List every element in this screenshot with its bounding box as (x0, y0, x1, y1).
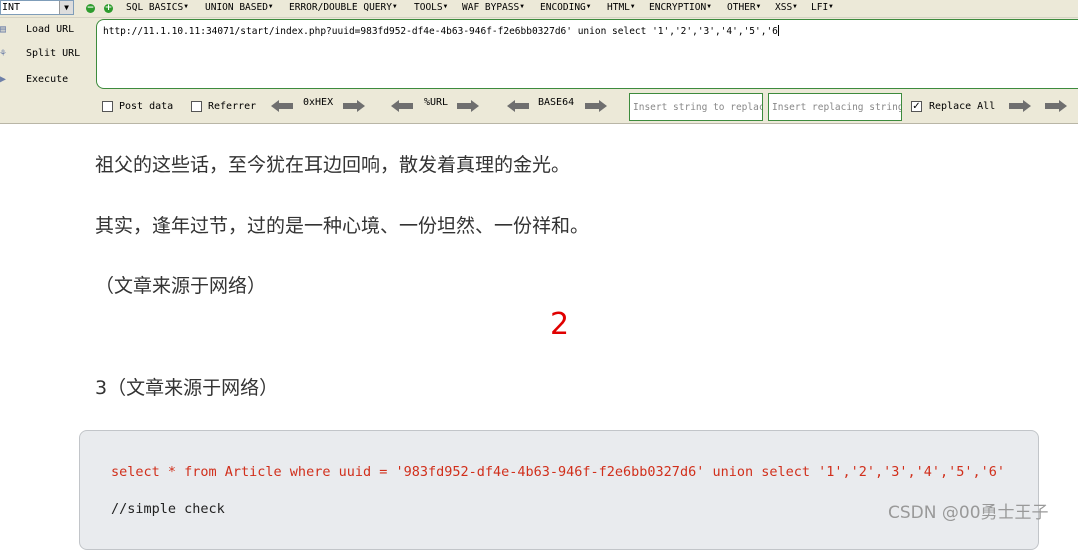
injected-paragraph: 3（文章来源于网络） (95, 377, 279, 399)
menu-tools[interactable]: TOOLS▼ (414, 2, 447, 13)
decode-right-arrow-icon[interactable] (585, 100, 607, 112)
caret-icon: ▼ (184, 3, 188, 10)
split-url-button[interactable]: ⚘ Split URL (0, 46, 92, 64)
hackbar-toolbar: INT ▼ − + SQL BASICS▼ UNION BASED▼ ERROR… (0, 0, 1078, 124)
url-encoder-label: %URL (424, 97, 449, 108)
article-paragraph: 其实，逢年过节，过的是一种心境、一份坦然、一份祥和。 (95, 215, 590, 237)
menu-html[interactable]: HTML▼ (607, 2, 635, 13)
encode-left-arrow-icon[interactable] (507, 100, 529, 112)
url-value: http://11.1.10.11:34071/start/index.php?… (103, 25, 779, 37)
base64-encoder-label: BASE64 (538, 97, 575, 108)
url-textarea[interactable]: http://11.1.10.11:34071/start/index.php?… (96, 19, 1078, 89)
encode-left-arrow-icon[interactable] (391, 100, 413, 112)
article-paragraph: 祖父的这些话，至今犹在耳边回响，散发着真理的金光。 (95, 154, 571, 176)
caret-icon: ▼ (443, 3, 448, 10)
referrer-label: Referrer (208, 101, 257, 112)
execute-button[interactable]: ▶ Execute (0, 72, 92, 90)
post-data-checkbox[interactable] (102, 101, 113, 112)
type-select[interactable]: INT ▼ (0, 0, 74, 15)
referrer-checkbox[interactable] (191, 101, 202, 112)
caret-icon: ▼ (829, 3, 833, 10)
split-url-icon: ⚘ (0, 48, 7, 59)
minus-icon[interactable]: − (86, 4, 95, 13)
caret-icon: ▼ (793, 3, 797, 10)
code-comment-line: //simple check (111, 501, 225, 517)
replace-right-arrow-icon[interactable] (1009, 100, 1031, 112)
type-select-value: INT (2, 2, 21, 13)
load-url-icon: ▤ (0, 24, 7, 35)
caret-icon: ▼ (630, 3, 635, 10)
code-block: select * from Article where uuid = '983f… (79, 430, 1039, 550)
injected-column-value: 2 (550, 307, 570, 342)
plus-icon[interactable]: + (104, 4, 113, 13)
menu-error-double-query[interactable]: ERROR/DOUBLE QUERY▼ (289, 2, 397, 13)
insert-replacing-input[interactable]: Insert replacing string (768, 93, 902, 121)
caret-icon: ▼ (268, 3, 273, 10)
caret-icon: ▼ (392, 3, 397, 10)
replace-all-label: Replace All (929, 101, 996, 112)
execute-icon: ▶ (0, 74, 7, 85)
decode-right-arrow-icon[interactable] (343, 100, 365, 112)
caret-icon: ▼ (520, 3, 524, 10)
load-url-button[interactable]: ▤ Load URL (0, 22, 92, 40)
chevron-down-icon[interactable]: ▼ (59, 1, 73, 14)
menu-encoding[interactable]: ENCODING▼ (540, 2, 590, 13)
csdn-watermark: CSDN @00勇士王子 (888, 503, 1049, 523)
caret-icon: ▼ (586, 3, 591, 10)
menu-lfi[interactable]: LFI▼ (811, 2, 833, 13)
article-source-note: （文章来源于网络） (95, 275, 267, 297)
menu-waf-bypass[interactable]: WAF BYPASS▼ (462, 2, 524, 13)
menu-encryption[interactable]: ENCRYPTION▼ (649, 2, 711, 13)
menu-xss[interactable]: XSS▼ (775, 2, 797, 13)
post-data-label: Post data (119, 101, 174, 112)
replace-all-checkbox[interactable]: ✓ (911, 101, 922, 112)
decode-right-arrow-icon[interactable] (457, 100, 479, 112)
caret-icon: ▼ (756, 3, 761, 10)
text-caret (777, 25, 779, 36)
menu-other[interactable]: OTHER▼ (727, 2, 760, 13)
menu-union-based[interactable]: UNION BASED▼ (205, 2, 273, 13)
replace-right-arrow-icon[interactable] (1045, 100, 1067, 112)
sql-query-line: select * from Article where uuid = '983f… (111, 464, 1006, 480)
hex-encoder-label: 0xHEX (303, 97, 334, 108)
encode-left-arrow-icon[interactable] (271, 100, 293, 112)
insert-string-input[interactable]: Insert string to replace (629, 93, 763, 121)
hackbar-menubar: INT ▼ − + SQL BASICS▼ UNION BASED▼ ERROR… (0, 0, 1078, 18)
menu-sql-basics[interactable]: SQL BASICS▼ (126, 2, 188, 13)
caret-icon: ▼ (707, 3, 711, 10)
